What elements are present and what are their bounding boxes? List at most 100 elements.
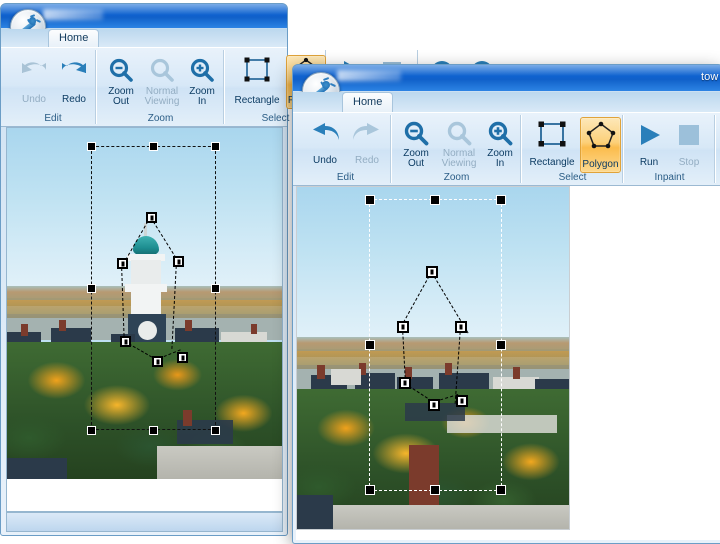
inpaint-window-front[interactable]: tow Home Undo Redo Edit (292, 64, 720, 544)
ribbon-group-edit-label-back: Edit (11, 113, 95, 124)
canvas-area-back[interactable] (6, 127, 283, 512)
zoom-in-button-front[interactable]: Zoom In (481, 118, 519, 172)
inpaint-window-back[interactable]: Home Undo Redo Edit (0, 3, 288, 536)
selection-handle-sw-back[interactable] (87, 426, 96, 435)
photo-tower-jpg-front[interactable] (296, 186, 570, 530)
zoom-in-label-l2-front: In (478, 159, 522, 169)
normal-viewing-button-front[interactable]: Normal Viewing (437, 118, 481, 172)
pavement-back (157, 446, 282, 479)
redo-button-label-front: Redo (344, 156, 390, 166)
tab-home-front[interactable]: Home (342, 92, 393, 113)
ribbon-group-edit-label-front: Edit (301, 172, 390, 183)
polygon-vertex-4-front[interactable] (399, 377, 411, 389)
photo-tower-jpg-back[interactable] (7, 128, 282, 479)
undo-button-front[interactable]: Undo (305, 119, 345, 169)
selection-handle-w-back[interactable] (87, 284, 96, 293)
selection-handle-s-front[interactable] (430, 485, 440, 495)
undo-button-label-front: Undo (302, 156, 348, 166)
selection-handle-n-front[interactable] (430, 195, 440, 205)
selection-handle-se-back[interactable] (211, 426, 220, 435)
normal-viewing-button-back[interactable]: Normal Viewing (141, 54, 183, 110)
run-button-label-front: Run (628, 158, 670, 168)
undo-button-back[interactable]: Undo (15, 56, 53, 108)
magnifier-minus-icon (108, 57, 134, 83)
rectangle-select-label-back: Rectangle (227, 96, 287, 106)
selection-handle-ne-back[interactable] (211, 142, 220, 151)
run-button-front[interactable]: Run (631, 119, 667, 171)
ribbon-group-inpaint-label-front: Inpaint (625, 172, 714, 183)
stop-square-icon (678, 124, 700, 146)
pavement-front (297, 505, 569, 529)
ribbon-group-edit-front: Undo Redo Edit (301, 115, 391, 183)
polygon-vertex-1-back[interactable] (146, 212, 157, 223)
tab-home-label-front: Home (353, 96, 382, 108)
selection-handle-se-front[interactable] (496, 485, 506, 495)
selection-handle-n-back[interactable] (149, 142, 158, 151)
roof-7-back (7, 458, 67, 479)
zoom-out-label-l2-front: Out (392, 159, 440, 169)
selection-handle-nw-front[interactable] (365, 195, 375, 205)
selection-handle-nw-back[interactable] (87, 142, 96, 151)
help-button-label-front: He (716, 158, 720, 168)
rectangle-select-button-back[interactable]: Rectangle (230, 55, 284, 109)
polygon-vertex-5-front[interactable] (456, 395, 468, 407)
polygon-select-label-front: Polygon (577, 160, 624, 170)
selection-handle-s-back[interactable] (149, 426, 158, 435)
ribbon-group-select-label-front: Select (523, 172, 622, 183)
magnifier-minus-icon (403, 120, 429, 146)
tab-home-back[interactable]: Home (48, 29, 99, 48)
polygon-vertex-1-front[interactable] (426, 266, 438, 278)
stop-button-front[interactable]: Stop (671, 119, 707, 171)
selection-handle-w-front[interactable] (365, 340, 375, 350)
polygon-vertex-6-front[interactable] (428, 399, 440, 411)
selection-bounding-box-back[interactable] (91, 146, 216, 430)
redo-arrow-icon (351, 122, 383, 146)
selection-bounding-box-front[interactable] (369, 199, 502, 491)
polygon-vertex-3-back[interactable] (173, 256, 184, 267)
polygon-vertex-4-back[interactable] (120, 336, 131, 347)
selection-handle-e-back[interactable] (211, 284, 220, 293)
selection-handle-ne-front[interactable] (496, 195, 506, 205)
selection-handle-sw-front[interactable] (365, 485, 375, 495)
ribbon-group-zoom-back: Zoom Out Normal Viewing Zoom I (98, 50, 224, 124)
rectangle-select-button-front[interactable]: Rectangle (525, 119, 579, 171)
normal-viewing-label-l2-front: Viewing (434, 159, 484, 169)
undo-button-label-back: Undo (12, 95, 56, 105)
tab-home-label-back: Home (59, 32, 88, 44)
zoom-in-button-back[interactable]: Zoom In (183, 54, 221, 110)
redo-button-front[interactable]: Redo (347, 119, 387, 169)
ribbon-group-zoom-front: Zoom Out Normal Viewing Zoom I (393, 115, 521, 183)
polygon-vertex-3-front[interactable] (455, 321, 467, 333)
magnifier-plus-icon (189, 57, 215, 83)
zoom-out-button-back[interactable]: Zoom Out (101, 54, 141, 110)
rectangle-select-label-front: Rectangle (522, 158, 582, 168)
titlebar-title-front: tow (701, 71, 720, 83)
redo-button-back[interactable]: Redo (55, 56, 93, 108)
selection-handle-e-front[interactable] (496, 340, 506, 350)
play-triangle-icon (636, 123, 662, 147)
titlebar-front[interactable]: tow (293, 65, 720, 91)
chimney-4-back (251, 324, 257, 334)
polygon-vertex-2-back[interactable] (117, 258, 128, 269)
spark-2-front (330, 83, 336, 87)
ribbon-tabstrip-back (1, 29, 287, 48)
chimney-1-front (317, 365, 325, 379)
titlebar-blur-back (43, 9, 103, 20)
redo-button-label-back: Redo (52, 95, 96, 105)
roof-white-front (331, 369, 361, 385)
polygon-vertex-2-front[interactable] (397, 321, 409, 333)
undo-arrow-icon (19, 57, 49, 81)
undo-arrow-icon (309, 122, 341, 146)
redo-arrow-icon (59, 57, 89, 81)
polygon-select-button-front[interactable]: Polygon (580, 117, 621, 173)
polygon-vertex-6-back[interactable] (152, 356, 163, 367)
ribbon-group-edit-back: Undo Redo Edit (11, 50, 96, 124)
zoom-out-button-front[interactable]: Zoom Out (395, 118, 437, 172)
titlebar-blur-front (337, 70, 401, 81)
chimney-2-back (59, 320, 66, 331)
polygon-vertex-5-back[interactable] (177, 352, 188, 363)
spark-2-back (36, 19, 41, 22)
ribbon-back: Undo Redo Edit Zoom Out (1, 47, 287, 127)
ribbon-front: Undo Redo Edit Zoom Out (293, 112, 720, 186)
canvas-area-front[interactable] (296, 186, 720, 540)
